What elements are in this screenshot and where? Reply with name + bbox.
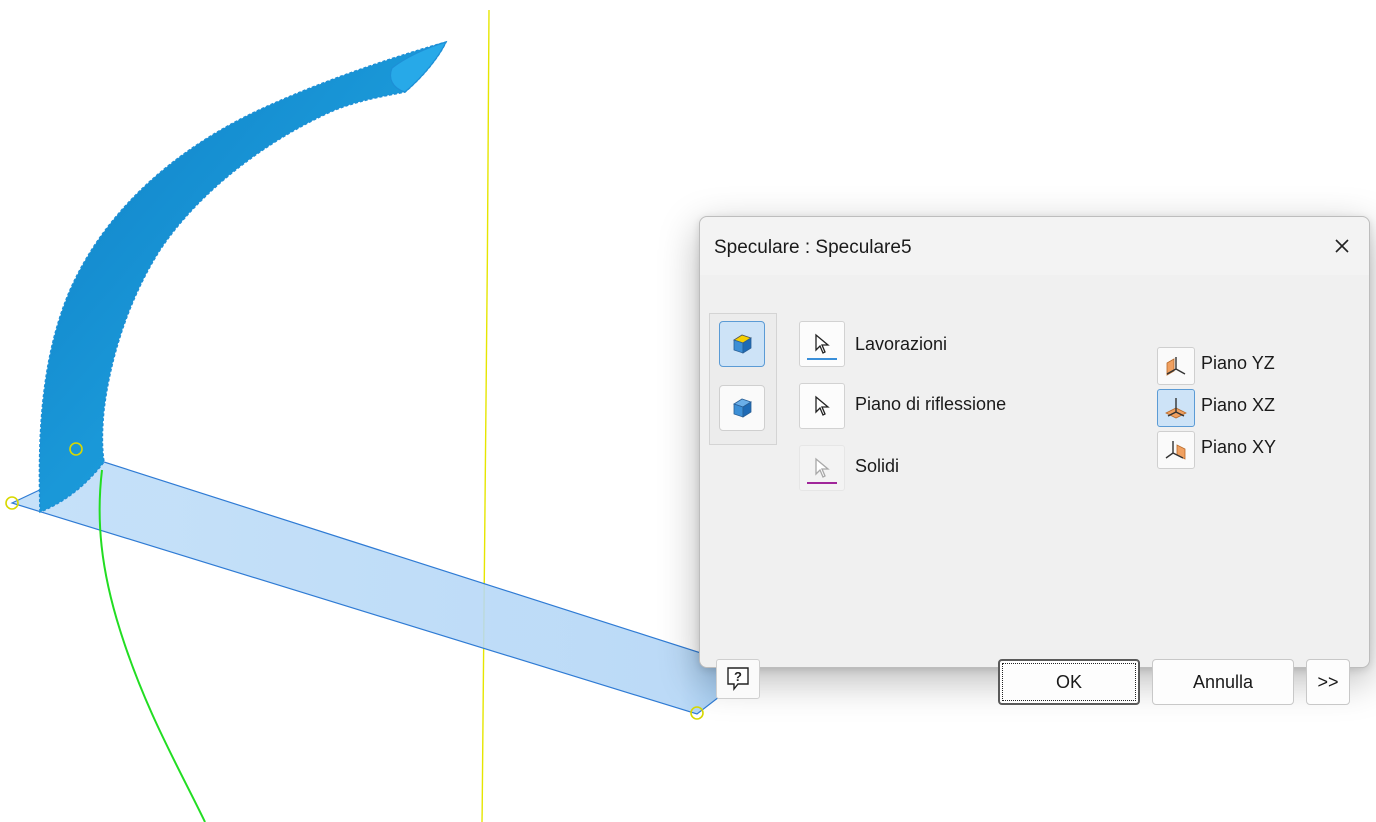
more-options-button[interactable]: >> [1306, 659, 1350, 705]
cancel-button[interactable]: Annulla [1152, 659, 1294, 705]
solids-underline [807, 482, 837, 484]
select-arrow-icon [815, 395, 830, 416]
mirror-dialog: Speculare : Speculare5 Lavorazioni Piano… [699, 216, 1370, 705]
mirror-features-icon [733, 334, 752, 354]
mirror-solids-icon [733, 398, 752, 418]
dialog-title: Speculare : Speculare5 [714, 237, 912, 258]
help-icon: ? [727, 667, 749, 691]
help-button[interactable]: ? [716, 659, 760, 699]
ok-button[interactable]: OK [998, 659, 1140, 705]
swept-solid[interactable] [38, 40, 448, 514]
plane-yz-button[interactable] [1157, 347, 1195, 385]
dialog-body: Lavorazioni Piano di riflessione Solidi … [700, 275, 1369, 705]
plane-xy-label: Piano XY [1201, 437, 1277, 457]
plane-yz-icon [1166, 357, 1186, 376]
dialog-titlebar[interactable]: Speculare : Speculare5 [700, 217, 1369, 275]
mirror-mode-group [709, 313, 777, 445]
solids-label: Solidi [855, 456, 900, 476]
mirror-solids-button[interactable] [719, 385, 765, 431]
plane-xy-button[interactable] [1157, 431, 1195, 469]
features-underline [807, 358, 837, 360]
plane-xy-icon [1165, 441, 1186, 460]
mirror-plane-label: Piano di riflessione [855, 394, 1007, 414]
svg-text:?: ? [734, 669, 742, 684]
plane-xz-icon [1165, 398, 1187, 419]
select-arrow-icon [815, 457, 830, 478]
mirror-plane[interactable] [10, 460, 756, 715]
close-icon [1335, 239, 1349, 253]
plane-xz-button[interactable] [1157, 389, 1195, 427]
features-label: Lavorazioni [855, 334, 948, 354]
mirror-features-button[interactable] [719, 321, 765, 367]
plane-xz-label: Piano XZ [1201, 395, 1276, 415]
features-select-button[interactable] [799, 321, 845, 367]
close-button[interactable] [1325, 229, 1359, 263]
mirror-plane-select-button[interactable] [799, 383, 845, 429]
axis-line [481, 9, 490, 822]
select-arrow-icon [815, 333, 830, 354]
solids-select-button[interactable] [799, 445, 845, 491]
plane-yz-label: Piano YZ [1201, 353, 1275, 373]
